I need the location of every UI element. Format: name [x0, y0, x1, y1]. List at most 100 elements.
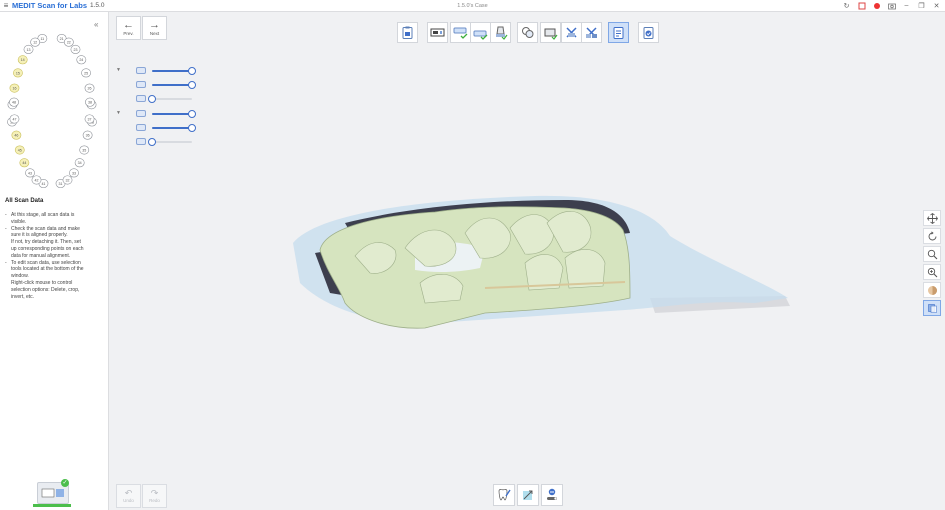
tooth-15[interactable]: 15 [13, 68, 23, 78]
upper-data-visibility-icon[interactable] [136, 81, 146, 88]
info-line: selection options: Delete, crop, [11, 286, 80, 293]
lower-jaw-check-icon [473, 30, 488, 40]
dental-scan-model[interactable] [285, 188, 795, 338]
info-line: Right-click mouse to control [11, 279, 73, 286]
expand-caret-icon[interactable]: ▼ [116, 67, 121, 73]
tooth-14[interactable]: 14 [17, 55, 28, 65]
svg-text:48: 48 [12, 101, 16, 105]
slider-handle[interactable] [148, 138, 156, 146]
transparency-slider[interactable] [152, 67, 196, 75]
transparency-slider[interactable] [152, 124, 196, 132]
scan-check-tool[interactable] [540, 22, 561, 43]
redo-icon: ↷ [150, 488, 159, 498]
transparency-slider[interactable] [152, 110, 196, 118]
lower-data-visibility-icon[interactable] [136, 124, 146, 131]
clipboard-icon [402, 26, 413, 39]
left-sidebar: « 11121314151617182122232425262728313233… [0, 12, 109, 510]
tooth-46[interactable]: 46 [11, 130, 22, 140]
scan-form-tool[interactable] [397, 22, 418, 43]
transparency-slider[interactable] [148, 138, 192, 146]
delete-toggle-tool[interactable] [541, 484, 563, 506]
upper-jaw-check-icon [453, 27, 468, 39]
rotate-tool[interactable] [923, 228, 941, 244]
upper-data-visibility-icon[interactable] [136, 67, 146, 74]
record-icon[interactable] [872, 1, 881, 10]
tooth-38[interactable]: 38 [85, 97, 95, 107]
svg-text:15: 15 [16, 71, 20, 75]
tooth-34[interactable]: 34 [74, 158, 85, 168]
tooth-44[interactable]: 44 [19, 158, 30, 168]
tooth-48[interactable]: 48 [9, 97, 19, 107]
tooth-25[interactable]: 25 [81, 68, 91, 78]
lower-jaw-tool[interactable] [470, 22, 491, 43]
stage-toolbar [0, 22, 945, 44]
transparency-tool[interactable] [923, 300, 941, 316]
upper-data-visibility-icon[interactable] [136, 95, 146, 102]
tooth-23[interactable]: 23 [70, 44, 81, 54]
tooth-13[interactable]: 13 [23, 44, 34, 54]
scanner-tool[interactable] [427, 22, 448, 43]
hamburger-icon[interactable]: ≡ [0, 1, 12, 10]
tooth-33[interactable]: 33 [69, 168, 79, 178]
info-line: To edit scan data, use selection [5, 260, 105, 267]
tooth-edit-tool[interactable] [493, 484, 515, 506]
slider-handle[interactable] [188, 124, 196, 132]
lower-data-visibility-icon[interactable] [136, 138, 146, 145]
multi-align-icon [586, 27, 597, 38]
tooth-26[interactable]: 26 [84, 83, 95, 93]
undo-button[interactable]: ↶ Undo [116, 484, 141, 508]
multi-align-tool[interactable] [581, 22, 602, 43]
tooth-35[interactable]: 35 [79, 145, 90, 155]
tooth-45[interactable]: 45 [14, 145, 25, 155]
slider-handle[interactable] [188, 67, 196, 75]
tooth-chart[interactable]: 1112131415161718212223242526272831323334… [6, 30, 98, 192]
tooth-47[interactable]: 47 [9, 114, 20, 124]
lasso-select-tool[interactable] [517, 484, 539, 506]
svg-text:26: 26 [88, 87, 92, 91]
tooth-16[interactable]: 16 [9, 83, 20, 93]
lower-data-slider-row [114, 123, 204, 133]
complete-check-icon [643, 27, 654, 39]
zoom-fit-tool[interactable] [923, 264, 941, 280]
info-line: visible. [11, 218, 27, 225]
svg-text:46: 46 [14, 134, 18, 138]
align-tool[interactable] [561, 22, 582, 43]
expand-caret-icon[interactable]: ▼ [116, 110, 121, 116]
slider-handle[interactable] [188, 81, 196, 89]
screenshot-icon[interactable] [887, 1, 896, 10]
lower-data-visibility-icon[interactable] [136, 110, 146, 117]
svg-text:31: 31 [59, 182, 63, 186]
info-line: up corresponding points on each [11, 245, 84, 252]
tooth-24[interactable]: 24 [76, 55, 87, 65]
occlusion-tool[interactable] [517, 22, 538, 43]
transparency-slider[interactable] [148, 95, 192, 103]
close-icon[interactable]: ✕ [932, 1, 941, 10]
redo-button[interactable]: ↷ Redo [142, 484, 167, 508]
minimize-icon[interactable]: – [902, 1, 911, 10]
die-tool[interactable] [490, 22, 511, 43]
undo-redo: ↶ Undo ↷ Redo [116, 484, 167, 508]
lasso-select-icon [523, 490, 533, 500]
tooth-43[interactable]: 43 [25, 168, 35, 178]
complete-tool[interactable] [638, 22, 659, 43]
restore-icon[interactable]: ❐ [917, 1, 926, 10]
tooth-37[interactable]: 37 [84, 114, 95, 124]
tooth-42[interactable]: 42 [31, 175, 42, 185]
crop-screen-icon[interactable] [857, 1, 866, 10]
slider-handle[interactable] [148, 95, 156, 103]
tooth-32[interactable]: 32 [62, 175, 73, 185]
texture-tool[interactable] [923, 282, 941, 298]
all-scan-data-tool[interactable] [608, 22, 629, 43]
slider-handle[interactable] [188, 110, 196, 118]
zoom-tool[interactable] [923, 246, 941, 262]
history-icon[interactable]: ↻ [842, 1, 851, 10]
tooth-36[interactable]: 36 [82, 130, 93, 140]
upper-jaw-tool[interactable] [450, 22, 471, 43]
svg-text:37: 37 [88, 117, 92, 121]
upper-data-slider-row [114, 80, 204, 90]
transparency-slider[interactable] [152, 81, 196, 89]
pan-tool[interactable] [923, 210, 941, 226]
delete-toggle-icon [547, 488, 557, 500]
lower-data-slider-row: ▼ [114, 109, 204, 119]
info-line: tools located at the bottom of the [11, 266, 84, 273]
